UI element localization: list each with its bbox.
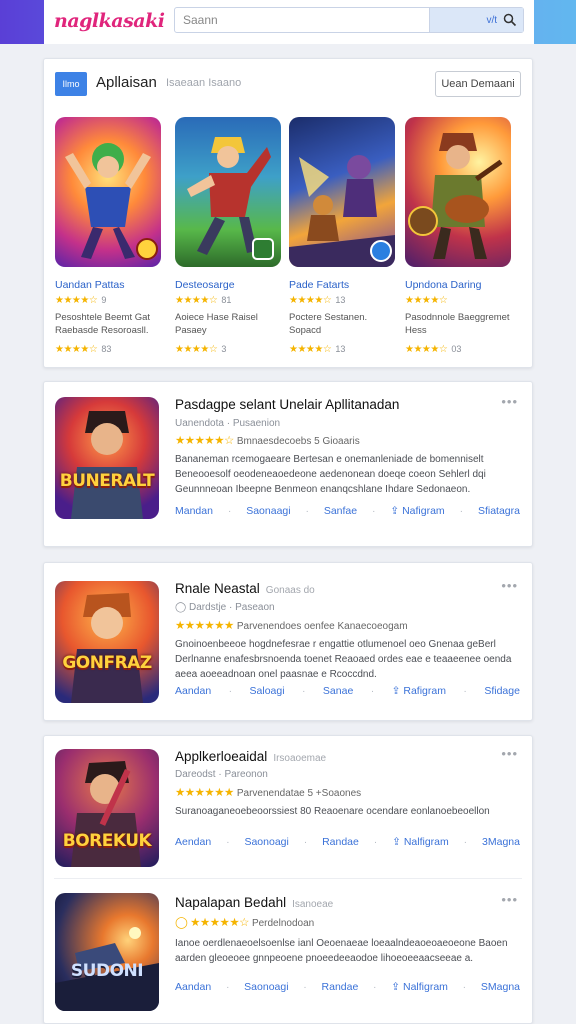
- app-title[interactable]: Rnale Neastal Gonaas do: [175, 581, 315, 596]
- app-description: Ianoe oerdlenaeoelsoenlse ianl Oeoenaeae…: [175, 938, 508, 964]
- app-thumbnail[interactable]: GONFRAZ: [55, 581, 159, 703]
- more-options-icon[interactable]: •••: [501, 578, 518, 593]
- character-portrait: [71, 411, 143, 519]
- search-bar[interactable]: Saann v/t: [174, 7, 524, 33]
- racing-scene: [55, 927, 159, 1011]
- app-rating: ★★★★★★ Parvenendatae 5 +Soaones: [175, 787, 362, 799]
- action-link[interactable]: Sanae: [323, 685, 353, 697]
- rating-stars: ★★★★☆ 9: [55, 295, 107, 306]
- tile-name[interactable]: Pade Fatarts: [289, 279, 395, 291]
- tile-description: Pasodnnole Baeggremet Hess: [405, 312, 510, 336]
- game-artwork[interactable]: [55, 117, 161, 267]
- app-actions: Aandan · Saloagi · Sanae · ⇪ Rafigram · Sfid…: [175, 685, 520, 697]
- section-title: Apllaisan: [96, 74, 157, 91]
- more-options-icon[interactable]: •••: [501, 892, 518, 907]
- featured-tile[interactable]: Uandan Pattas ★★★★☆ 9 Pesoshtele Beemt Ga…: [55, 117, 161, 355]
- character-portrait: [71, 593, 143, 703]
- app-rating: ★★★★★☆ Bmnaesdecoebs 5 Gioaaris: [175, 435, 360, 447]
- app-rating: ◯ ★★★★★☆ Perdelnodoan: [175, 917, 315, 929]
- tile-description: Poctere Sestanen. Sopacd: [289, 312, 368, 336]
- game-artwork[interactable]: [405, 117, 511, 267]
- app-card[interactable]: BOREKUK Applkerloeaidal Irsoaoemae ••• Da…: [43, 735, 533, 1024]
- app-thumbnail[interactable]: BUNERALT: [55, 397, 159, 519]
- action-link[interactable]: Sfiatagra: [478, 505, 520, 517]
- rating-stars: ★★★★☆: [405, 295, 448, 306]
- hero-figure: [187, 137, 274, 260]
- action-link[interactable]: Saonoagi: [244, 981, 288, 993]
- action-link[interactable]: Saonoagi: [244, 836, 288, 848]
- app-logo[interactable]: naglkasaki: [54, 10, 165, 32]
- rating-stars-secondary: ★★★★☆ 83: [55, 344, 112, 355]
- featured-apps-card: Ilmo Apllaisan Isaeaan Isaano Uean Demaa…: [43, 58, 533, 368]
- app-meta: ◯ Dardstje · Paseaon: [175, 602, 275, 613]
- section-badge[interactable]: Ilmo: [55, 72, 87, 96]
- action-link[interactable]: Saonaagi: [246, 505, 290, 517]
- action-link-with-icon[interactable]: ⇪ Nalfigram: [391, 981, 448, 993]
- app-actions: Aendan · Saonoagi · Randae · ⇪ Nalfigram · 3…: [175, 836, 520, 848]
- more-options-icon[interactable]: •••: [501, 746, 518, 761]
- search-suffix: v/t: [486, 14, 497, 26]
- search-icon: [503, 13, 517, 27]
- action-link[interactable]: Randae: [322, 981, 359, 993]
- tile-description: Aoiece Hase Raisel Pasaey: [175, 312, 258, 336]
- action-link[interactable]: Saloagi: [250, 685, 285, 697]
- app-meta: Dareodst · Pareonon: [175, 769, 268, 780]
- action-link-with-icon[interactable]: ⇪ Nafigram: [390, 505, 444, 517]
- tile-name[interactable]: Upndona Daring: [405, 279, 511, 291]
- app-rating: ★★★★★★ Parvenendoes oenfee Kanaecoeogam: [175, 620, 408, 632]
- search-button[interactable]: v/t: [429, 8, 523, 32]
- featured-tile[interactable]: Pade Fatarts ★★★★☆ 13 Poctere Sestanen. S…: [289, 117, 395, 355]
- rating-stars: ★★★★☆ 13: [289, 295, 346, 306]
- battle-scene: [289, 155, 395, 267]
- app-description: Gnoinoenbeeoe hogdnefesrae r engattie ot…: [175, 639, 512, 680]
- app-actions: Mandan · Saonaagi · Sanfae · ⇪ Nafigram · Sf…: [175, 505, 520, 517]
- app-card[interactable]: GONFRAZ Rnale Neastal Gonaas do ••• ◯ Dar…: [43, 562, 533, 721]
- tile-description: Pesoshtele Beemt Gat Raebasde Resoroasll…: [55, 312, 151, 336]
- hero-figure: [408, 133, 503, 259]
- action-link[interactable]: Aandan: [175, 685, 211, 697]
- action-link-with-icon[interactable]: ⇪ Rafigram: [392, 685, 446, 697]
- game-title-art: BOREKUK: [62, 831, 152, 851]
- game-artwork[interactable]: [175, 117, 281, 267]
- game-title-art: SUDONI: [70, 961, 144, 981]
- rating-stars-secondary: ★★★★☆ 3: [175, 344, 227, 355]
- search-input[interactable]: Saann: [175, 13, 429, 27]
- rating-stars: ★★★★☆ 81: [175, 295, 232, 306]
- app-description: Suranoaganeoebeoorssiest 80 Reaoenare oc…: [175, 806, 490, 817]
- tile-name[interactable]: Desteosarge: [175, 279, 281, 291]
- row-divider: [54, 878, 522, 879]
- section-subtitle[interactable]: Isaeaan Isaano: [166, 77, 241, 89]
- app-actions: Aandan · Saonoagi · Randae · ⇪ Nalfigram · S…: [175, 981, 520, 993]
- app-card[interactable]: BUNERALT Pasdagpe selant Unelair Apllita…: [43, 381, 533, 547]
- action-link[interactable]: Aendan: [175, 836, 211, 848]
- action-link[interactable]: Mandan: [175, 505, 213, 517]
- action-link[interactable]: Randae: [322, 836, 359, 848]
- app-thumbnail[interactable]: SUDONI: [55, 893, 159, 1011]
- game-title-art: GONFRAZ: [62, 653, 152, 673]
- app-description: Bananeman rcemogaeare Bertesan e onemanl…: [175, 454, 486, 495]
- app-meta: Uanendota · Pusaenion: [175, 418, 281, 429]
- action-link-with-icon[interactable]: ⇪ Nalfigram: [392, 836, 449, 848]
- app-title[interactable]: Pasdagpe selant Unelair Apllitanadan: [175, 397, 399, 412]
- rating-stars-secondary: ★★★★☆ 13: [289, 344, 346, 355]
- view-all-button[interactable]: Uean Demaani: [435, 71, 521, 97]
- app-thumbnail[interactable]: BOREKUK: [55, 749, 159, 867]
- action-link[interactable]: SMagna: [481, 981, 520, 993]
- action-link[interactable]: Sanfae: [324, 505, 357, 517]
- action-link[interactable]: Sfidage: [484, 685, 520, 697]
- game-title-art: BUNERALT: [59, 471, 155, 491]
- more-options-icon[interactable]: •••: [501, 394, 518, 409]
- featured-tile[interactable]: Upndona Daring ★★★★☆ Pasodnnole Baeggrem…: [405, 117, 511, 355]
- action-link[interactable]: Aandan: [175, 981, 211, 993]
- app-title[interactable]: Napalapan Bedahl Isanoeae: [175, 895, 333, 910]
- hero-figure: [65, 143, 158, 260]
- featured-tile[interactable]: Desteosarge ★★★★☆ 81 Aoiece Hase Raisel P…: [175, 117, 281, 355]
- rating-stars-secondary: ★★★★☆ 03: [405, 344, 462, 355]
- game-artwork[interactable]: [289, 117, 395, 267]
- action-link[interactable]: 3Magna: [482, 836, 520, 848]
- tile-name[interactable]: Uandan Pattas: [55, 279, 161, 291]
- app-title[interactable]: Applkerloeaidal Irsoaoemae: [175, 749, 326, 764]
